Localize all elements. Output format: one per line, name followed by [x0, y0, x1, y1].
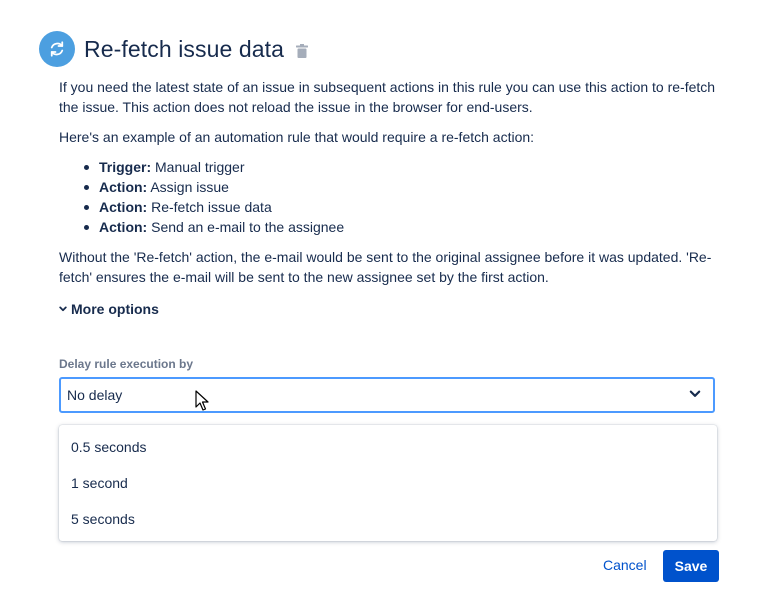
delay-select-value: No delay — [67, 387, 123, 403]
description: If you need the latest state of an issue… — [59, 77, 721, 287]
example-list: Trigger: Manual trigger Action: Assign i… — [59, 157, 721, 237]
list-item-label: Action: — [99, 179, 148, 195]
list-item: Action: Re-fetch issue data — [84, 197, 721, 217]
save-button[interactable]: Save — [663, 550, 719, 582]
list-item: Action: Send an e-mail to the assignee — [84, 217, 721, 237]
list-item: Action: Assign issue — [84, 177, 721, 197]
list-item-label: Action: — [99, 199, 148, 215]
refresh-icon — [39, 31, 75, 67]
description-paragraph: If you need the latest state of an issue… — [59, 79, 716, 115]
page-title: Re-fetch issue data — [84, 35, 285, 62]
description-paragraph: Without the 'Re-fetch' action, the e-mai… — [59, 249, 712, 285]
more-options-toggle[interactable]: More options — [59, 301, 159, 317]
delay-option[interactable]: 0.5 seconds — [59, 429, 717, 465]
list-item-text: Re-fetch issue data — [147, 199, 272, 215]
header: Re-fetch issue data — [39, 31, 309, 67]
mouse-pointer-icon — [195, 390, 209, 417]
list-item-label: Trigger: — [99, 159, 152, 175]
chevron-down-icon — [59, 305, 67, 313]
list-item-text: Manual trigger — [151, 159, 245, 175]
list-item: Trigger: Manual trigger — [84, 157, 721, 177]
chevron-down-icon — [689, 387, 701, 403]
delay-option[interactable]: 5 seconds — [59, 501, 717, 537]
description-paragraph: Here's an example of an automation rule … — [59, 129, 535, 145]
delay-label: Delay rule execution by — [59, 357, 194, 371]
delay-option[interactable]: 1 second — [59, 465, 717, 501]
more-options-label: More options — [71, 301, 159, 317]
delay-select[interactable]: No delay — [59, 377, 715, 413]
list-item-text: Assign issue — [147, 179, 229, 195]
cancel-button[interactable]: Cancel — [603, 557, 647, 573]
trash-icon[interactable] — [296, 43, 309, 58]
list-item-text: Send an e-mail to the assignee — [147, 219, 345, 235]
delay-dropdown-menu: 0.5 seconds 1 second 5 seconds — [59, 425, 717, 541]
list-item-label: Action: — [99, 219, 148, 235]
